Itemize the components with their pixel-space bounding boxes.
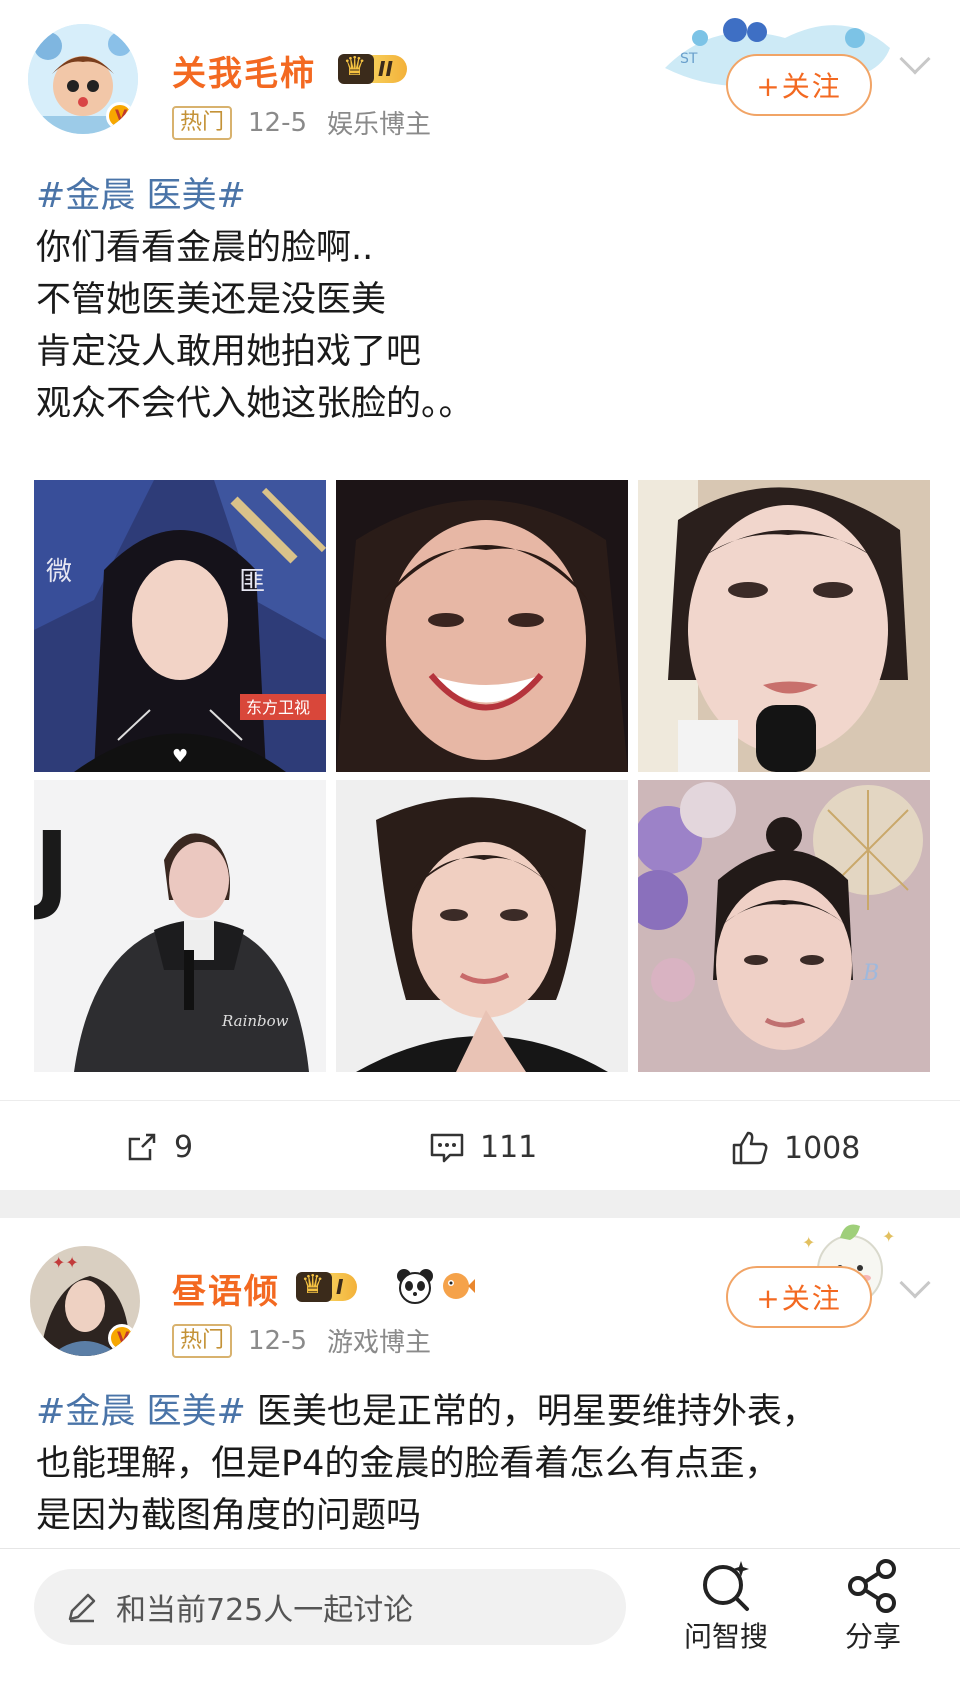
text-line: 不管她医美还是没医美 bbox=[36, 280, 387, 320]
text-line: 是因为截图角度的问题吗 bbox=[36, 1496, 422, 1536]
svg-text:ST: ST bbox=[680, 51, 698, 67]
crown-icon bbox=[296, 1270, 332, 1302]
ai-search-icon bbox=[703, 1561, 749, 1611]
hashtag-link[interactable]: #金晨 医美# bbox=[36, 1392, 246, 1432]
like-count: 1008 bbox=[784, 1130, 861, 1166]
like-button[interactable]: 1008 bbox=[730, 1129, 860, 1167]
username[interactable]: 关我毛柿 bbox=[172, 46, 316, 95]
post-action-bar: 9 111 1008 bbox=[0, 1100, 960, 1190]
user-category: 游戏博主 bbox=[327, 1328, 432, 1358]
svg-text:B: B bbox=[862, 961, 879, 986]
verified-badge-icon bbox=[106, 102, 134, 130]
photo-2[interactable] bbox=[336, 480, 628, 772]
post-date: 12-5 bbox=[248, 1325, 308, 1356]
hot-tag: 热门 bbox=[172, 1323, 233, 1358]
vip-badge: II bbox=[338, 52, 407, 86]
username[interactable]: 昼语倾 bbox=[172, 1264, 280, 1313]
photo-6[interactable]: B bbox=[638, 780, 930, 1072]
follow-button[interactable]: +关注 bbox=[726, 1266, 872, 1328]
repost-count: 9 bbox=[174, 1129, 194, 1165]
post-text: #金晨 医美# 你们看看金晨的脸啊.. 不管她医美还是没医美 肯定没人敢用她拍戏… bbox=[36, 170, 474, 430]
weibo-post-1: 关我毛柿 II 热门 12-5 娱乐博主 ST +关注 #金晨 医美# 你们看看… bbox=[0, 0, 960, 1190]
share-icon bbox=[848, 1559, 896, 1613]
like-icon bbox=[732, 1131, 768, 1165]
crown-icon bbox=[338, 52, 374, 84]
avatar[interactable] bbox=[28, 24, 138, 134]
event-banner-text: 东方卫视 bbox=[246, 698, 310, 717]
avatar[interactable]: ✦✦ bbox=[30, 1246, 140, 1356]
post-meta: 热门 12-5 娱乐博主 bbox=[172, 104, 431, 141]
vip-badge: I bbox=[296, 1270, 358, 1304]
pufferfish-icon bbox=[443, 1273, 475, 1299]
vip-level: I bbox=[328, 1273, 358, 1301]
photo-signature: Rainbow bbox=[221, 1012, 289, 1030]
follow-button[interactable]: +关注 bbox=[726, 54, 872, 116]
backdrop-text: 微 bbox=[46, 557, 72, 587]
comment-button[interactable]: 111 bbox=[428, 1129, 537, 1165]
comment-count: 111 bbox=[480, 1129, 538, 1165]
text-line: 医美也是正常的，明星要维持外表， bbox=[245, 1392, 817, 1432]
svg-text:✦: ✦ bbox=[882, 1227, 895, 1246]
hashtag-link[interactable]: #金晨 医美# bbox=[36, 170, 474, 222]
text-line: 你们看看金晨的脸啊.. bbox=[36, 228, 374, 268]
comment-icon bbox=[430, 1133, 464, 1163]
comment-input[interactable]: 和当前725人一起讨论 bbox=[34, 1569, 626, 1645]
backdrop-text: 匪 bbox=[239, 567, 265, 597]
chevron-down-icon[interactable] bbox=[899, 1267, 931, 1299]
weibo-post-2: ✦✦ 昼语倾 I 热门 12-5 游戏博主 ✦ ✦ +关注 bbox=[0, 1218, 960, 1548]
photo-4[interactable]: J Rainbow bbox=[34, 780, 326, 1072]
chevron-down-icon[interactable] bbox=[899, 43, 931, 75]
post-meta: 热门 12-5 游戏博主 bbox=[172, 1322, 431, 1359]
ai-search-button[interactable]: 问智搜 bbox=[684, 1557, 768, 1655]
user-category: 娱乐博主 bbox=[327, 110, 432, 140]
share-button[interactable]: 分享 bbox=[844, 1557, 902, 1655]
post-separator bbox=[0, 1190, 960, 1218]
panda-icon bbox=[397, 1269, 433, 1304]
backdrop-text: J bbox=[34, 811, 70, 923]
photo-3[interactable] bbox=[638, 480, 930, 772]
pencil-icon bbox=[68, 1593, 96, 1623]
svg-text:♥: ♥ bbox=[172, 746, 188, 767]
repost-icon bbox=[128, 1133, 156, 1161]
text-line: 观众不会代入她这张脸的。。 bbox=[36, 384, 474, 424]
text-line: 肯定没人敢用她拍戏了吧 bbox=[36, 332, 422, 372]
photo-1[interactable]: 东方卫视 微 匪 ♥ bbox=[34, 480, 326, 772]
post-date: 12-5 bbox=[248, 107, 308, 138]
verified-badge-icon bbox=[108, 1324, 136, 1352]
share-label: 分享 bbox=[844, 1620, 901, 1653]
comment-placeholder: 和当前725人一起讨论 bbox=[116, 1593, 414, 1628]
photo-grid: 东方卫视 微 匪 ♥ J Rainbow B bbox=[34, 480, 930, 1072]
repost-button[interactable]: 9 bbox=[124, 1129, 193, 1165]
ai-search-label: 问智搜 bbox=[684, 1620, 769, 1653]
text-line: 也能理解，但是P4的金晨的脸看着怎么有点歪， bbox=[36, 1444, 780, 1484]
photo-5[interactable] bbox=[336, 780, 628, 1072]
bottom-bar: 和当前725人一起讨论 问智搜 分享 bbox=[0, 1548, 960, 1686]
post-text: #金晨 医美# 医美也是正常的，明星要维持外表， 也能理解，但是P4的金晨的脸看… bbox=[36, 1386, 817, 1542]
hot-tag: 热门 bbox=[172, 105, 233, 140]
vip-level: II bbox=[370, 55, 407, 83]
svg-text:✦✦: ✦✦ bbox=[52, 1253, 79, 1272]
svg-text:✦: ✦ bbox=[802, 1233, 815, 1252]
